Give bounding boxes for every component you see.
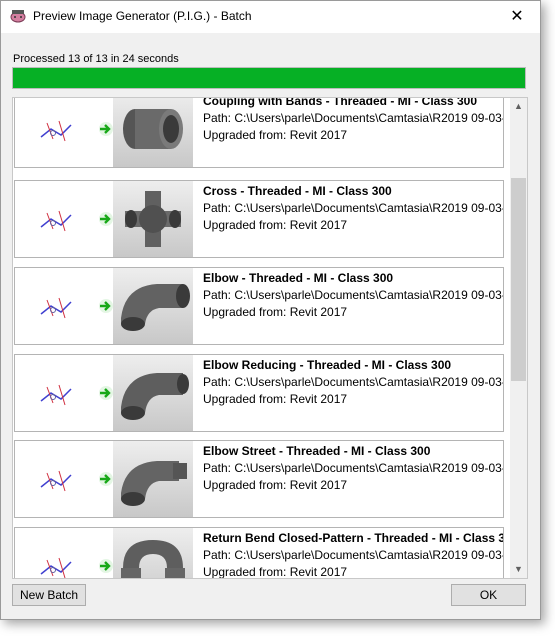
green-arrow-icon <box>99 386 113 400</box>
family-preview-image <box>113 98 193 167</box>
family-path: Path: C:\Users\parle\Documents\Camtasia\… <box>203 288 504 302</box>
family-preview-image <box>113 355 193 431</box>
family-small-preview-icon <box>40 557 72 578</box>
window-title: Preview Image Generator (P.I.G.) - Batch <box>33 9 252 23</box>
family-preview-image <box>113 441 193 517</box>
family-name: Cross - Threaded - MI - Class 300 <box>203 184 392 198</box>
batch-results-list: Coupling with Bands - Threaded - MI - Cl… <box>12 97 528 579</box>
progress-fill <box>13 68 525 88</box>
scroll-up-arrow-icon[interactable]: ▲ <box>510 98 527 115</box>
list-item: Elbow Reducing - Threaded - MI - Class 3… <box>14 354 504 432</box>
scroll-down-arrow-icon[interactable]: ▼ <box>510 561 527 578</box>
list-item: Cross - Threaded - MI - Class 300 Path: C… <box>14 180 504 258</box>
upgraded-from: Upgraded from: Revit 2017 <box>203 478 348 492</box>
family-small-preview-icon <box>40 470 72 492</box>
family-path: Path: C:\Users\parle\Documents\Camtasia\… <box>203 461 504 475</box>
ok-button[interactable]: OK <box>451 584 526 606</box>
family-path: Path: C:\Users\parle\Documents\Camtasia\… <box>203 375 504 389</box>
title-bar: Preview Image Generator (P.I.G.) - Batch… <box>1 1 540 33</box>
scroll-thumb[interactable] <box>511 178 526 381</box>
upgraded-from: Upgraded from: Revit 2017 <box>203 128 348 142</box>
new-batch-button[interactable]: New Batch <box>12 584 86 606</box>
family-name: Elbow Reducing - Threaded - MI - Class 3… <box>203 358 452 372</box>
family-path: Path: C:\Users\parle\Documents\Camtasia\… <box>203 548 504 562</box>
list-item: Elbow Street - Threaded - MI - Class 300… <box>14 440 504 518</box>
family-small-preview-icon <box>40 120 72 142</box>
family-small-preview-icon <box>40 210 72 232</box>
vertical-scrollbar[interactable]: ▲ ▼ <box>510 98 527 578</box>
green-arrow-icon <box>99 212 113 226</box>
upgraded-from: Upgraded from: Revit 2017 <box>203 565 348 579</box>
family-preview-image <box>113 181 193 257</box>
green-arrow-icon <box>99 122 113 136</box>
family-path: Path: C:\Users\parle\Documents\Camtasia\… <box>203 201 504 215</box>
green-arrow-icon <box>99 472 113 486</box>
green-arrow-icon <box>99 299 113 313</box>
upgraded-from: Upgraded from: Revit 2017 <box>203 392 348 406</box>
list-item: Elbow - Threaded - MI - Class 300 Path: C… <box>14 267 504 345</box>
progress-bar <box>12 67 526 89</box>
batch-window: Preview Image Generator (P.I.G.) - Batch… <box>0 0 541 620</box>
status-text: Processed 13 of 13 in 24 seconds <box>13 53 179 65</box>
family-name: Return Bend Closed-Pattern - Threaded - … <box>203 531 504 545</box>
pig-app-icon <box>10 10 26 23</box>
family-preview-image <box>113 268 193 344</box>
close-button[interactable]: ✕ <box>494 1 540 33</box>
list-item: Coupling with Bands - Threaded - MI - Cl… <box>14 97 504 168</box>
list-item: Return Bend Closed-Pattern - Threaded - … <box>14 527 504 579</box>
green-arrow-icon <box>99 559 113 573</box>
upgraded-from: Upgraded from: Revit 2017 <box>203 305 348 319</box>
upgraded-from: Upgraded from: Revit 2017 <box>203 218 348 232</box>
family-name: Coupling with Bands - Threaded - MI - Cl… <box>203 97 478 108</box>
family-name: Elbow Street - Threaded - MI - Class 300 <box>203 444 431 458</box>
family-name: Elbow - Threaded - MI - Class 300 <box>203 271 394 285</box>
family-small-preview-icon <box>40 384 72 406</box>
family-small-preview-icon <box>40 297 72 319</box>
family-preview-image <box>113 528 193 578</box>
family-path: Path: C:\Users\parle\Documents\Camtasia\… <box>203 111 504 125</box>
